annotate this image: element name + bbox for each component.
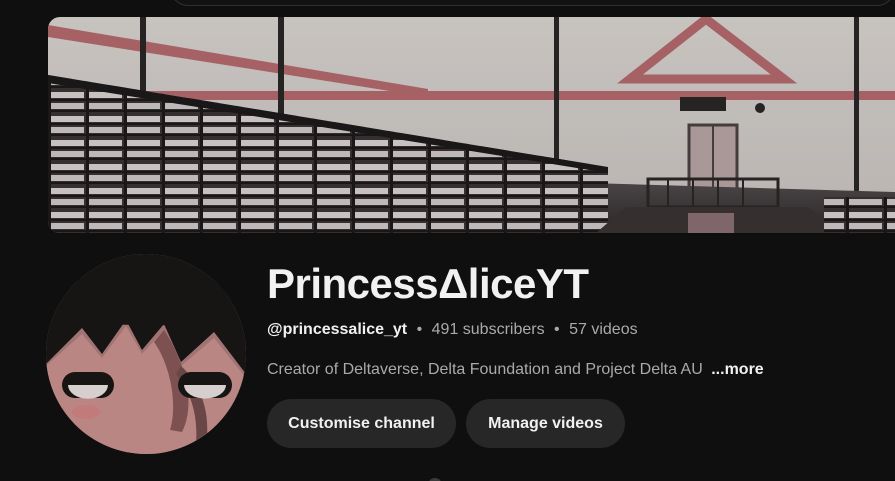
meta-separator: •: [554, 321, 560, 338]
description-text: Creator of Deltaverse, Delta Foundation …: [267, 361, 703, 378]
channel-handle: @princessalice_yt: [267, 321, 408, 338]
channel-description[interactable]: Creator of Deltaverse, Delta Foundation …: [267, 361, 764, 379]
search-bar[interactable]: [170, 0, 895, 6]
banner-image: [48, 17, 895, 233]
avatar-image: [46, 254, 246, 454]
more-link[interactable]: ...more: [711, 361, 763, 378]
channel-avatar[interactable]: [46, 254, 246, 454]
manage-videos-button[interactable]: Manage videos: [466, 399, 625, 448]
channel-meta: @princessalice_yt • 491 subscribers • 57…: [267, 321, 638, 339]
avatar-left-eye: [62, 372, 114, 399]
channel-name: PrincessΔliceYT: [267, 260, 589, 307]
subscriber-count: 491 subscribers: [431, 321, 545, 338]
channel-banner: [48, 17, 895, 233]
avatar-right-eye: [178, 372, 232, 399]
channel-page: PrincessΔliceYT @princessalice_yt • 491 …: [0, 0, 895, 481]
customise-channel-button[interactable]: Customise channel: [267, 399, 456, 448]
meta-separator: •: [416, 321, 423, 338]
video-count: 57 videos: [569, 321, 638, 338]
